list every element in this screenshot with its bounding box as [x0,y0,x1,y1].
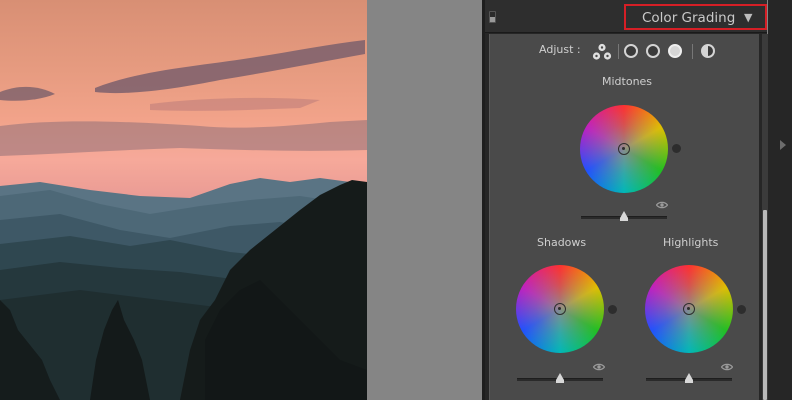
three-way-wheels-icon[interactable] [592,43,612,61]
photo-preview [0,0,367,400]
midtones-label: Midtones [602,75,653,88]
triangle-down-icon[interactable]: ▼ [744,11,752,24]
landscape-image [0,0,367,400]
midtones-wheel-knob[interactable] [672,144,681,153]
mode-separator [692,44,693,59]
midtones-color-wheel[interactable] [580,105,668,193]
highlights-mode-icon[interactable] [668,44,682,58]
panel-body: Adjust : Midtones Shadows Highlights [489,34,759,400]
eye-icon[interactable] [593,363,605,371]
shadows-mode-icon[interactable] [624,44,638,58]
adjust-label: Adjust : [539,43,581,56]
right-panel-strip [768,0,792,400]
midtones-mode-icon[interactable] [646,44,660,58]
eye-icon[interactable] [656,201,668,209]
highlights-wheel-center[interactable] [683,303,695,315]
panel-title[interactable]: Color Grading [642,10,735,26]
canvas-background [367,0,482,400]
eye-icon[interactable] [721,363,733,371]
highlights-wheel-knob[interactable] [737,305,746,314]
mode-separator [618,44,619,59]
highlights-color-wheel[interactable] [645,265,733,353]
panel-title-highlight: Color Grading ▼ [624,4,767,30]
highlights-label: Highlights [663,236,719,249]
half-circle-icon[interactable] [701,44,715,58]
panel-switch-icon[interactable] [489,11,496,23]
shadows-label: Shadows [537,236,587,249]
color-grading-panel: Color Grading ▼ Adjust : Midtones Shadow… [485,0,767,400]
midtones-slider-thumb[interactable] [620,211,628,221]
shadows-slider-thumb[interactable] [556,373,564,383]
chevron-right-icon[interactable] [780,140,786,150]
panel-header[interactable]: Color Grading ▼ [485,0,767,33]
shadows-color-wheel[interactable] [516,265,604,353]
panel-scrollbar-thumb[interactable] [763,210,767,400]
midtones-wheel-center[interactable] [618,143,630,155]
shadows-wheel-center[interactable] [554,303,566,315]
shadows-wheel-knob[interactable] [608,305,617,314]
highlights-slider-thumb[interactable] [685,373,693,383]
